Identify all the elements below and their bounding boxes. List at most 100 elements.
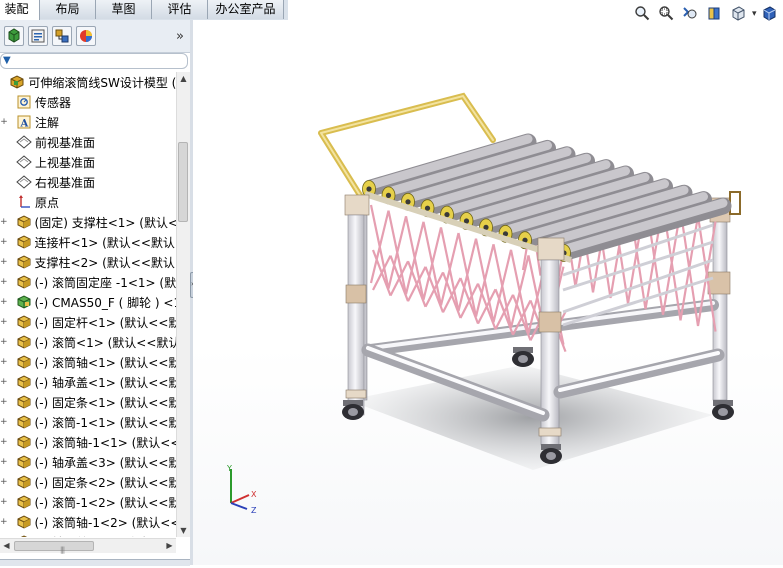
tree-filter-field[interactable]: ▼: [0, 53, 188, 69]
funnel-icon: ▼: [3, 55, 11, 66]
property-manager-button[interactable]: [28, 26, 48, 46]
expand-toggle-icon[interactable]: +: [0, 237, 8, 247]
expand-toggle-icon[interactable]: +: [0, 457, 8, 467]
tab-sketch[interactable]: 草图: [96, 0, 152, 19]
expand-toggle-icon[interactable]: +: [0, 297, 8, 307]
expand-toggle-icon[interactable]: +: [0, 337, 8, 347]
part-icon: [16, 394, 32, 410]
tree-item[interactable]: 右视基准面: [0, 172, 176, 192]
tree-item[interactable]: + (-) 轴承盖<1> (默认<<默认: [0, 372, 176, 392]
tree-item[interactable]: + (-) 固定条<2> (默认<<默认: [0, 472, 176, 492]
tree-item-label: (-) 固定杆<1> (默认<<默认: [34, 315, 176, 330]
command-manager-tabs: 装配体 布局 草图 评估 办公室产品: [0, 0, 288, 35]
tree-item-label: (-) 滚筒轴<1> (默认<<默认: [34, 355, 176, 370]
scroll-thumb[interactable]: [178, 142, 188, 222]
tab-assembly[interactable]: 装配体: [0, 0, 40, 35]
expand-toggle-icon[interactable]: +: [0, 437, 8, 447]
tree-item-label: (-) 固定条<2> (默认<<默认: [34, 475, 176, 490]
floor-shadow: [348, 365, 713, 470]
tree-item[interactable]: + (-) 滚筒轴-1<1> (默认<<默: [0, 432, 176, 452]
tree-item[interactable]: + (-) CMAS50_F ( 脚轮 ) <1:: [0, 292, 176, 312]
tree-item[interactable]: + (-) 固定条<1> (默认<<默认: [0, 392, 176, 412]
display-manager-icon: [80, 30, 92, 42]
tree-item-label: 右视基准面: [35, 175, 96, 190]
expand-toggle-icon[interactable]: +: [0, 217, 8, 227]
part-icon: [16, 214, 32, 230]
expand-toggle-icon[interactable]: +: [0, 277, 8, 287]
feature-manager-tree-button[interactable]: [4, 26, 24, 46]
scroll-up-arrow-icon[interactable]: ▲: [177, 72, 190, 85]
tab-office-products[interactable]: 办公室产品: [208, 0, 284, 19]
tree-item[interactable]: + (固定) 支撑柱<1> (默认<<: [0, 212, 176, 232]
expand-toggle-icon[interactable]: +: [0, 477, 8, 487]
hscroll-thumb[interactable]: |||: [14, 541, 94, 554]
tree-item-label: 上视基准面: [35, 155, 96, 170]
previous-view-icon[interactable]: [680, 3, 700, 23]
caster-wheel: [512, 347, 534, 367]
tree-vertical-scrollbar[interactable]: ▲ ▼: [176, 72, 190, 537]
tree-horizontal-scrollbar[interactable]: ◀ ||| ▶: [0, 538, 176, 554]
tree-item[interactable]: + 连接杆<1> (默认<<默认>: [0, 232, 176, 252]
tree-item[interactable]: 前视基准面: [0, 132, 176, 152]
display-style-icon[interactable]: [759, 3, 779, 23]
expand-toggle-icon[interactable]: +: [0, 357, 8, 367]
tree-item[interactable]: + (-) 滚筒-1<1> (默认<<默认: [0, 412, 176, 432]
tree-item[interactable]: 原点: [0, 192, 176, 212]
part-icon: [16, 454, 32, 470]
part-icon: [16, 354, 32, 370]
part-icon: [16, 494, 32, 510]
tree-item[interactable]: +(-) 轴承盖<5> (默认<<默认: [0, 532, 176, 537]
tree-item-label: (-) 滚筒轴-1<1> (默认<<默: [34, 435, 176, 450]
section-view-icon[interactable]: [704, 3, 724, 23]
expand-toggle-icon[interactable]: +: [0, 257, 8, 267]
tab-evaluate[interactable]: 评估: [152, 0, 208, 19]
expand-toggle-icon[interactable]: +: [0, 377, 8, 387]
origin-icon: [16, 194, 32, 210]
zoom-to-fit-icon[interactable]: [632, 3, 652, 23]
expand-toggle-icon[interactable]: +: [0, 517, 8, 527]
tab-layout[interactable]: 布局: [40, 0, 96, 19]
view-orientation-icon[interactable]: [728, 3, 748, 23]
assembly-icon: [9, 74, 25, 90]
expand-toggle-icon[interactable]: +: [0, 317, 8, 327]
tree-item[interactable]: + (-) 滚筒轴<1> (默认<<默认: [0, 352, 176, 372]
tree-item-label: (固定) 支撑柱<1> (默认<<: [34, 215, 176, 230]
caster-wheel: [540, 444, 562, 464]
triad-x-label: X: [251, 490, 257, 499]
tree-item[interactable]: + A 注解: [0, 112, 176, 132]
view-triad: Y X Z: [226, 465, 257, 515]
tree-item-label: 支撑柱<2> (默认<<默认>: [34, 255, 176, 270]
part-icon: [16, 374, 32, 390]
configuration-manager-button[interactable]: [52, 26, 72, 46]
tree-item-label: 连接杆<1> (默认<<默认>: [34, 235, 176, 250]
part-icon: [16, 274, 32, 290]
tree-item[interactable]: 上视基准面: [0, 152, 176, 172]
graphics-area[interactable]: Y X Z: [193, 20, 783, 565]
tree-item[interactable]: 传感器: [0, 92, 176, 112]
part-icon: [16, 334, 32, 350]
expand-toggle-icon[interactable]: +: [0, 117, 8, 127]
chevron-down-icon[interactable]: ▾: [752, 9, 757, 23]
scroll-right-arrow-icon[interactable]: ▶: [163, 539, 176, 553]
tree-item[interactable]: + (-) 固定杆<1> (默认<<默认: [0, 312, 176, 332]
scroll-left-arrow-icon[interactable]: ◀: [0, 539, 13, 553]
part-icon: [16, 434, 32, 450]
tree-item[interactable]: + 支撑柱<2> (默认<<默认>: [0, 252, 176, 272]
tree-item-label: 注解: [35, 115, 60, 130]
display-manager-button[interactable]: [76, 26, 96, 46]
part-icon: [16, 514, 32, 530]
configuration-manager-icon: [55, 29, 69, 43]
expand-toggle-icon[interactable]: +: [0, 417, 8, 427]
scroll-down-arrow-icon[interactable]: ▼: [177, 524, 190, 537]
tree-item[interactable]: + (-) 轴承盖<3> (默认<<默认: [0, 452, 176, 472]
tree-item[interactable]: + (-) 滚筒固定座 -1<1> (默认: [0, 272, 176, 292]
zoom-area-icon[interactable]: [656, 3, 676, 23]
tree-item[interactable]: + (-) 滚筒<1> (默认<<默认>: [0, 332, 176, 352]
tree-item[interactable]: 可伸缩滚筒线SW设计模型 (默: [0, 72, 176, 92]
tree-item[interactable]: + (-) 滚筒-1<2> (默认<<默认: [0, 492, 176, 512]
more-tabs-chevron-icon[interactable]: »: [176, 29, 184, 44]
expand-toggle-icon[interactable]: +: [0, 397, 8, 407]
expand-toggle-icon[interactable]: +: [0, 497, 8, 507]
tree-item[interactable]: + (-) 滚筒轴-1<2> (默认<<默: [0, 512, 176, 532]
part-icon: [16, 474, 32, 490]
